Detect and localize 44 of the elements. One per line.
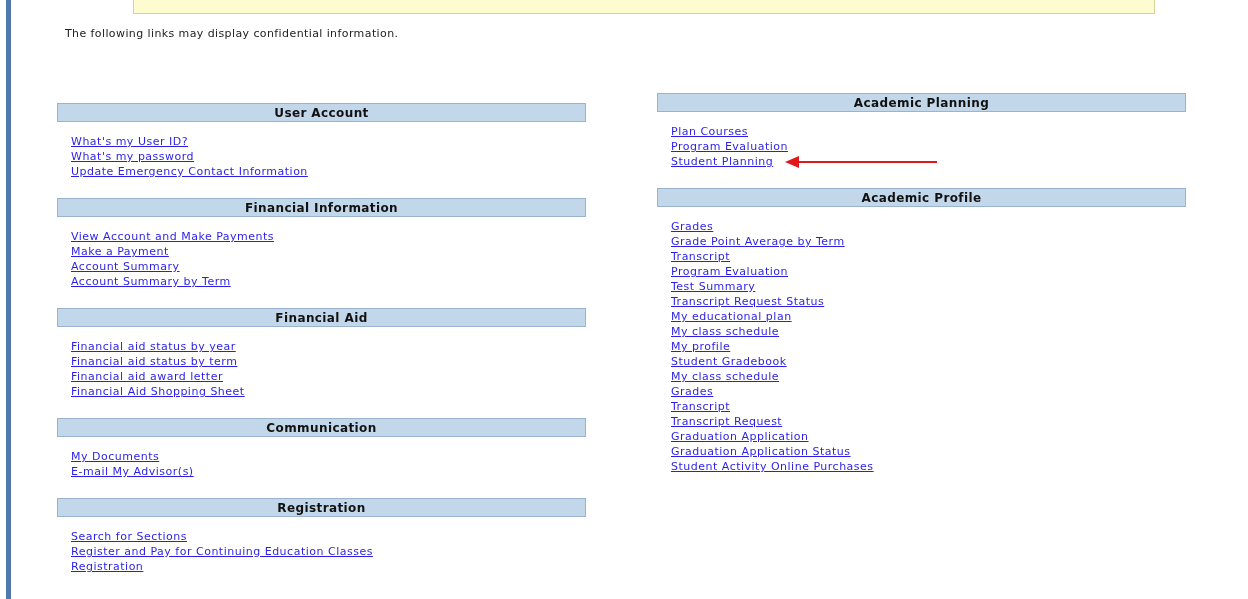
link[interactable]: Program Evaluation xyxy=(671,139,788,154)
section-header: Registration xyxy=(57,498,586,517)
link[interactable]: Transcript Request Status xyxy=(671,294,825,309)
link[interactable]: Search for Sections xyxy=(71,529,187,544)
link[interactable]: What's my User ID? xyxy=(71,134,188,149)
section-header: Financial Information xyxy=(57,198,586,217)
link[interactable]: Plan Courses xyxy=(671,124,749,139)
link[interactable]: E-mail My Advisor(s) xyxy=(71,464,194,479)
link[interactable]: Update Emergency Contact Information xyxy=(71,164,308,179)
link[interactable]: What's my password xyxy=(71,149,195,164)
link[interactable]: Grade Point Average by Term xyxy=(671,234,845,249)
link[interactable]: Financial aid award letter xyxy=(71,369,223,384)
link[interactable]: My Documents xyxy=(71,449,160,464)
link[interactable]: Grades xyxy=(671,219,714,234)
link[interactable]: Registration xyxy=(71,559,144,574)
link[interactable]: Student Activity Online Purchases xyxy=(671,459,874,474)
section-header: Academic Profile xyxy=(657,188,1186,207)
link[interactable]: Graduation Application xyxy=(671,429,809,444)
link[interactable]: Transcript Request xyxy=(671,414,783,429)
confidential-notice: The following links may display confidential information. xyxy=(65,27,400,40)
link[interactable]: Transcript xyxy=(671,249,730,264)
link[interactable]: Transcript xyxy=(671,399,730,414)
link[interactable]: Test Summary xyxy=(671,279,756,294)
section-header: Academic Planning xyxy=(657,93,1186,112)
link[interactable]: Grades xyxy=(671,384,714,399)
link[interactable]: Account Summary xyxy=(71,259,180,274)
link[interactable]: Financial Aid Shopping Sheet xyxy=(71,384,245,399)
link[interactable]: My educational plan xyxy=(671,309,792,324)
link[interactable]: Student Gradebook xyxy=(671,354,787,369)
link[interactable]: My profile xyxy=(671,339,731,354)
link[interactable]: Account Summary by Term xyxy=(71,274,231,289)
section-header: User Account xyxy=(57,103,586,122)
link[interactable]: My class schedule xyxy=(671,369,780,384)
link[interactable]: Make a Payment xyxy=(71,244,169,259)
section-header: Communication xyxy=(57,418,586,437)
link[interactable]: Financial aid status by year xyxy=(71,339,236,354)
link[interactable]: My class schedule xyxy=(671,324,780,339)
link[interactable]: Financial aid status by term xyxy=(71,354,238,369)
link[interactable]: Register and Pay for Continuing Education Classes xyxy=(71,544,373,559)
section-header: Financial Aid xyxy=(57,308,586,327)
link[interactable]: Student Planning xyxy=(671,154,774,169)
link[interactable]: View Account and Make Payments xyxy=(71,229,275,244)
link[interactable]: Graduation Application Status xyxy=(671,444,851,459)
link[interactable]: Program Evaluation xyxy=(671,264,788,279)
